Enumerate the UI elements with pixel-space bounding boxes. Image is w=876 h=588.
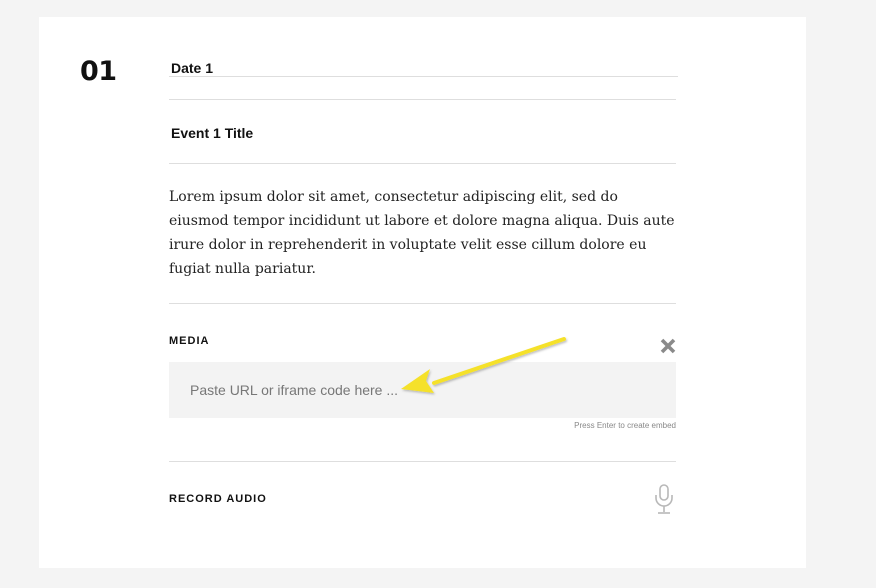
microphone-icon-glyph: [655, 484, 673, 514]
description-divider: [169, 303, 676, 304]
close-icon[interactable]: [658, 336, 678, 356]
date-divider: [169, 99, 676, 100]
close-icon-glyph: [660, 338, 676, 354]
record-audio-label: RECORD AUDIO: [169, 493, 267, 505]
media-url-input[interactable]: [169, 362, 676, 418]
media-divider: [169, 461, 676, 462]
event-description[interactable]: Lorem ipsum dolor sit amet, consectetur …: [169, 185, 676, 281]
event-number: 01: [80, 56, 117, 87]
embed-hint: Press Enter to create embed: [574, 421, 676, 430]
event-title[interactable]: Event 1 Title: [171, 125, 253, 141]
title-divider: [169, 163, 676, 164]
media-label: MEDIA: [169, 335, 210, 347]
microphone-icon[interactable]: [653, 483, 675, 517]
event-card: 01 Date 1 Event 1 Title Lorem ipsum dolo…: [39, 17, 806, 568]
event-date[interactable]: Date 1: [169, 60, 678, 77]
